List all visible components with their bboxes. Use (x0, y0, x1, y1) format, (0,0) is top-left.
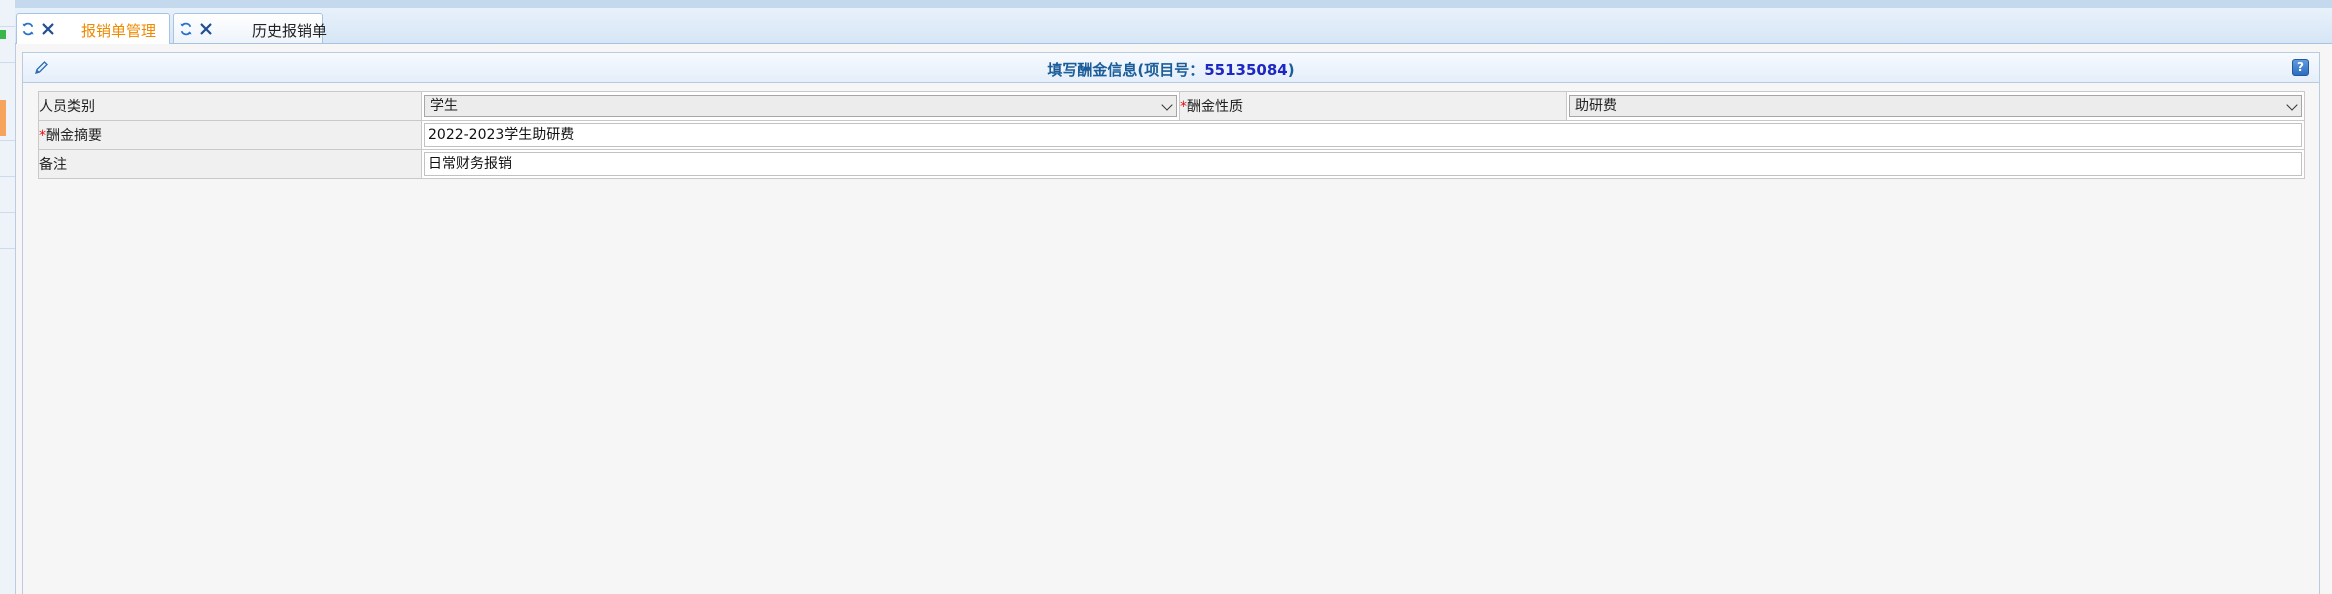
person-type-select[interactable]: 学生 (424, 95, 1177, 117)
pay-summary-input[interactable]: 2022-2023学生助研费 (424, 123, 2302, 147)
remark-cell: 日常财务报销 (421, 149, 2305, 179)
close-icon[interactable] (199, 22, 213, 36)
pay-nature-value: 助研费 (1575, 98, 1617, 114)
pay-info-form: 人员类别 学生 *酬金性质 助研费 *酬金摘要 2022-2023学生助研费 备… (38, 91, 2305, 179)
status-mark-green (0, 30, 6, 39)
panel-title: 填写酬金信息(项目号：55135084) (23, 59, 2319, 80)
sidebar-edge (0, 0, 16, 594)
remark-label-cell: 备注 (38, 149, 422, 179)
pay-nature-label: 酬金性质 (1187, 99, 1243, 115)
panel-header: 填写酬金信息(项目号：55135084) ? (23, 53, 2319, 83)
refresh-icon[interactable] (179, 22, 193, 36)
form-row: 人员类别 学生 *酬金性质 助研费 (38, 91, 2305, 121)
person-type-label: 人员类别 (39, 99, 95, 115)
title-suffix: ) (1287, 61, 1295, 79)
pay-nature-label-cell: *酬金性质 (1179, 91, 1567, 121)
pay-summary-label-cell: *酬金摘要 (38, 120, 422, 150)
person-type-value: 学生 (430, 98, 458, 114)
form-row: 备注 日常财务报销 (38, 149, 2305, 179)
tab-label: 报销单管理 (81, 22, 157, 40)
tab-bar: 报销单管理 历史报销单 (15, 8, 2332, 44)
form-row: *酬金摘要 2022-2023学生助研费 (38, 120, 2305, 150)
tab-label: 历史报销单 (252, 22, 328, 40)
person-type-cell: 学生 (421, 91, 1180, 121)
sidebar-item-selected[interactable] (0, 100, 6, 136)
project-number: 55135084 (1204, 61, 1288, 79)
remark-label: 备注 (39, 157, 67, 173)
title-prefix: 填写酬金信息(项目号： (1047, 61, 1205, 79)
refresh-icon[interactable] (21, 22, 35, 36)
chevron-down-icon (2286, 99, 2298, 111)
chevron-down-icon (1161, 99, 1173, 111)
person-type-label-cell: 人员类别 (38, 91, 422, 121)
close-icon[interactable] (41, 22, 55, 36)
pay-nature-select[interactable]: 助研费 (1569, 95, 2302, 117)
tab-reimbursement-management[interactable]: 报销单管理 (16, 13, 170, 44)
pay-summary-label: 酬金摘要 (46, 128, 102, 144)
remark-input[interactable]: 日常财务报销 (424, 152, 2302, 176)
required-mark: * (1180, 99, 1187, 115)
pay-info-panel: 填写酬金信息(项目号：55135084) ? 人员类别 学生 *酬金性质 助研费… (22, 52, 2320, 594)
pay-nature-cell: 助研费 (1566, 91, 2305, 121)
pay-summary-cell: 2022-2023学生助研费 (421, 120, 2305, 150)
help-button[interactable]: ? (2292, 59, 2309, 76)
tab-history-reimbursement[interactable]: 历史报销单 (173, 13, 327, 43)
required-mark: * (39, 128, 46, 144)
